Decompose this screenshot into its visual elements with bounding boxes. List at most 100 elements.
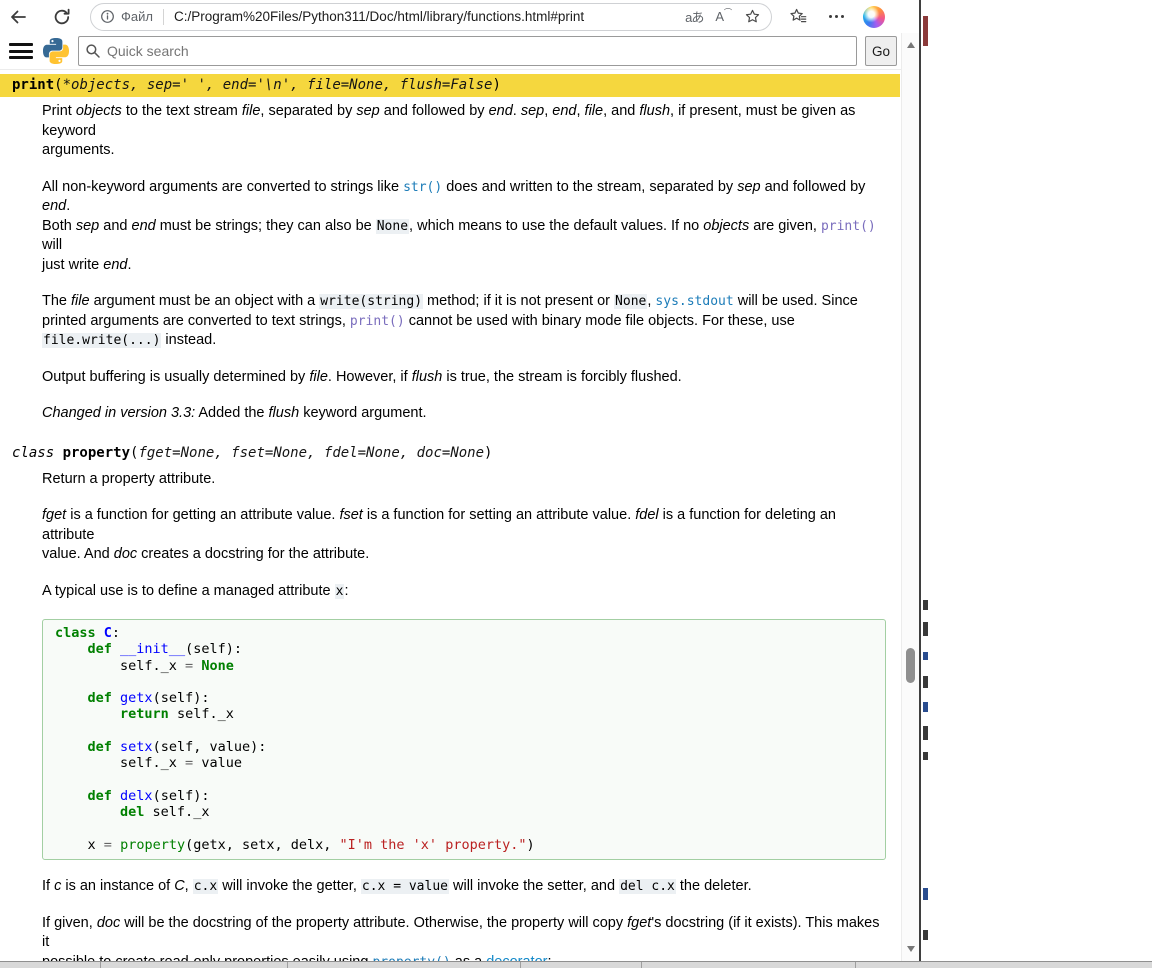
read-aloud-button[interactable]: A⌒ (715, 9, 732, 24)
text-run: print (12, 77, 54, 93)
text-run: If (42, 878, 54, 894)
url-text[interactable]: C:/Program%20Files/Python311/Doc/html/li… (174, 9, 679, 24)
code-line: def getx(self): (55, 690, 873, 706)
text-run: does and written to the stream, separate… (442, 179, 737, 195)
favorites-hub-button[interactable] (784, 3, 812, 31)
text-run: is a function for setting an attribute v… (363, 507, 635, 523)
text-run: C (174, 878, 184, 894)
text-run: to the text stream (122, 103, 242, 119)
browser-toolbar: Файл C:/Program%20Files/Python311/Doc/ht… (0, 0, 919, 33)
text-run: arguments. (42, 142, 115, 158)
text-run: flush (639, 103, 670, 119)
inline-link[interactable]: sys.stdout (655, 294, 733, 309)
url-bar-actions: aあ A⌒ (685, 7, 761, 26)
scrollbar-thumb[interactable] (906, 648, 915, 683)
text-run: , separated by (260, 103, 356, 119)
text-run: flush (269, 405, 300, 421)
text-run: : (344, 583, 348, 599)
code-line: del self._x (55, 804, 873, 820)
text-run: fget (627, 915, 651, 931)
paragraph: fget is a function for getting an attrib… (42, 506, 886, 565)
property-signature: class property(fget=None, fset=None, fde… (0, 442, 900, 465)
text-run: *objects, sep=' ', end='\n', file=None, … (63, 77, 493, 93)
inline-link[interactable]: str() (403, 180, 442, 195)
scroll-down-arrow-icon[interactable] (907, 946, 915, 952)
text-run: file (309, 369, 328, 385)
text-run: If given, (42, 915, 97, 931)
text-run: file (585, 103, 604, 119)
translate-button[interactable]: aあ (685, 7, 703, 26)
python-logo[interactable] (43, 38, 69, 64)
copilot-button[interactable] (860, 3, 888, 31)
go-button[interactable]: Go (865, 36, 897, 66)
text-run: sep (737, 179, 760, 195)
text-run: will be the docstring of the property at… (120, 915, 627, 931)
text-run: argument must be an object with a (90, 293, 320, 309)
text-run: sep (356, 103, 379, 119)
inline-code: c.x = value (361, 879, 449, 894)
add-favorite-button[interactable] (744, 8, 761, 25)
text-run: Changed in version 3.3: (42, 405, 195, 421)
text-run: sep (76, 218, 99, 234)
text-run: end (42, 198, 66, 214)
site-permissions-chip[interactable]: Файл (100, 9, 153, 24)
text-run: , which means to use the default values.… (409, 218, 703, 234)
refresh-button[interactable] (48, 3, 76, 31)
window-edge-marks (923, 0, 930, 968)
inline-link[interactable]: print() (821, 219, 876, 234)
hub-icon (789, 7, 808, 26)
paragraph: Output buffering is usually determined b… (42, 368, 886, 388)
text-run: is true, the stream is forcibly flushed. (442, 369, 681, 385)
url-divider (163, 9, 164, 25)
text-run: class (12, 445, 63, 461)
code-line: return self._x (55, 706, 873, 722)
site-chip-label: Файл (121, 9, 153, 24)
inline-link[interactable]: print() (350, 314, 405, 329)
toolbar-right (784, 3, 888, 31)
code-line (55, 723, 873, 739)
code-line: x = property(getx, setx, delx, "I'm the … (55, 837, 873, 853)
text-run: instead. (161, 332, 216, 348)
text-run: fget (42, 507, 66, 523)
copilot-icon (863, 6, 885, 28)
settings-more-button[interactable] (822, 3, 850, 31)
code-line (55, 821, 873, 837)
print-description: Print objects to the text stream file, s… (42, 102, 886, 424)
text-run: fset (339, 507, 362, 523)
text-run: ) (492, 77, 500, 93)
text-run: end (103, 257, 127, 273)
quick-search-input[interactable] (78, 36, 857, 66)
text-run: just write (42, 257, 103, 273)
text-run: doc (114, 546, 137, 562)
star-icon (744, 8, 761, 25)
code-line: self._x = None (55, 658, 873, 674)
text-run: Print (42, 103, 76, 119)
text-run: and followed by (380, 103, 489, 119)
text-run: will invoke the getter, (218, 878, 361, 894)
page-scrollbar[interactable] (901, 33, 919, 968)
text-run: fget=None, fset=None, fdel=None, doc=Non… (138, 445, 484, 461)
search-field-wrap (78, 36, 857, 66)
text-run: must be strings; they can also be (156, 218, 376, 234)
read-aloud-icon: A⌒ (715, 9, 732, 24)
text-run: the deleter. (676, 878, 752, 894)
menu-toggle-button[interactable] (8, 41, 34, 61)
inline-code: del c.x (619, 879, 676, 894)
docs-search-bar: Go (0, 33, 919, 70)
property-description: Return a property attribute. fget is a f… (42, 470, 886, 602)
property-description-continued: If c is an instance of C, c.x will invok… (42, 877, 886, 968)
back-button[interactable] (4, 3, 32, 31)
code-line: self._x = value (55, 755, 873, 771)
text-run: , (576, 103, 584, 119)
inline-code: file.write(...) (42, 333, 161, 348)
scroll-up-arrow-icon[interactable] (907, 42, 915, 48)
text-run: end (132, 218, 156, 234)
text-run: objects (703, 218, 749, 234)
text-run: ( (54, 77, 62, 93)
text-run: Return a property attribute. (42, 471, 215, 487)
paragraph: If given, doc will be the docstring of t… (42, 914, 886, 968)
paragraph: A typical use is to define a managed att… (42, 582, 886, 602)
paragraph: Print objects to the text stream file, s… (42, 102, 886, 161)
text-run: , and (603, 103, 639, 119)
url-bar[interactable]: Файл C:/Program%20Files/Python311/Doc/ht… (90, 3, 772, 31)
